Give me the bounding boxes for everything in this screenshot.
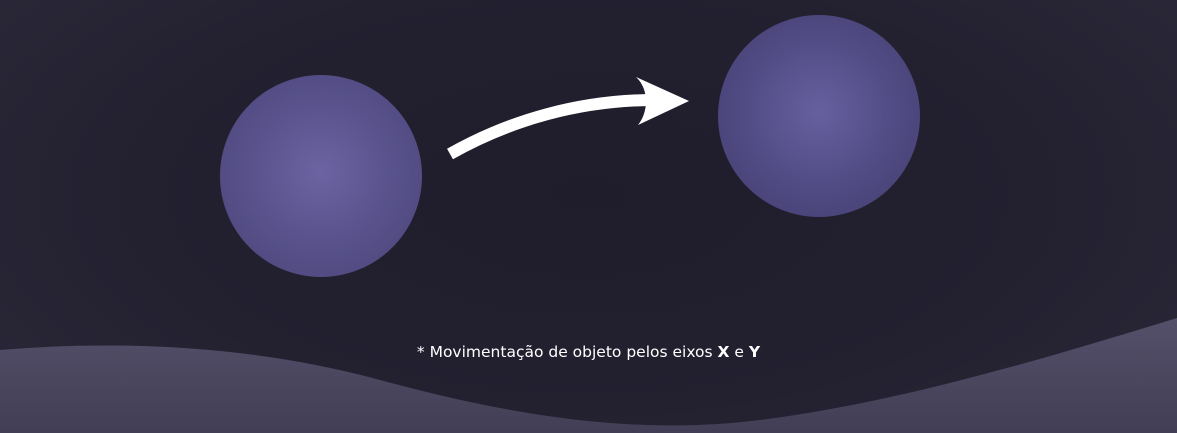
curved-arrow-icon	[447, 77, 689, 160]
start-sphere	[220, 75, 422, 277]
caption-conjunction: e	[729, 343, 749, 361]
bottom-wave	[0, 318, 1177, 433]
caption-axis-x: X	[717, 343, 730, 361]
illustration-stage: * Movimentação de objeto pelos eixos X e…	[0, 0, 1177, 433]
end-sphere	[718, 15, 920, 217]
caption-prefix: * Movimentação de objeto pelos eixos	[416, 343, 718, 361]
caption: * Movimentação de objeto pelos eixos X e…	[0, 343, 1177, 361]
caption-axis-y: Y	[748, 343, 761, 361]
